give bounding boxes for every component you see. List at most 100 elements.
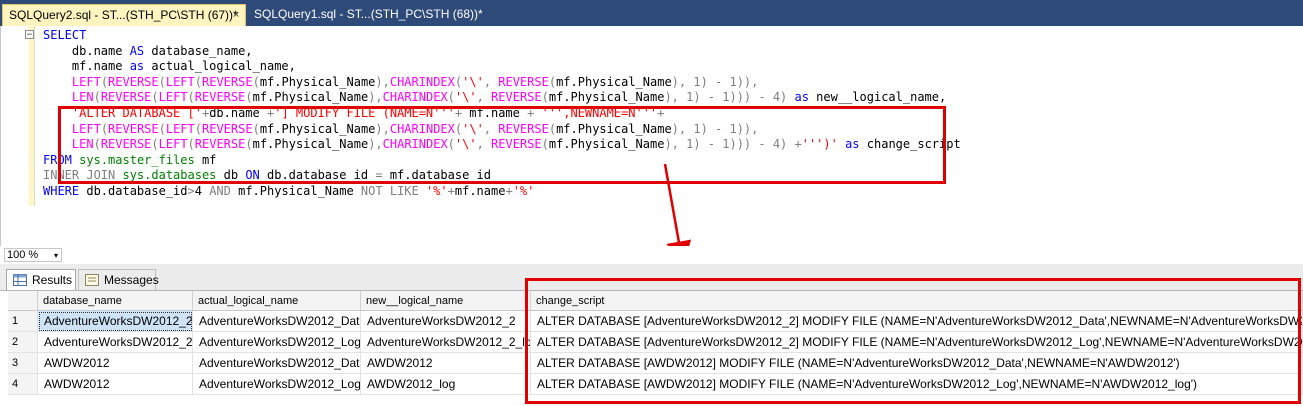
code-token: (	[194, 74, 202, 89]
code-token: SELECT	[43, 28, 87, 42]
table-cell[interactable]: AWDW2012	[38, 374, 193, 395]
zoom-bar: 100 % ▾	[0, 246, 1303, 264]
code-token: mf.Physical_Name	[259, 74, 376, 89]
rownum-column: 1 2 3 4	[8, 291, 38, 406]
code-token: LEFT	[158, 90, 188, 105]
code-token: ,	[476, 90, 492, 105]
code-token: (	[151, 90, 159, 105]
code-token: REVERSE	[108, 74, 159, 89]
tab-label: SQLQuery1.sql - ST...(STH_PC\STH (68))*	[254, 7, 483, 21]
table-cell[interactable]: AdventureWorksDW2012_2	[38, 332, 193, 353]
chevron-down-icon[interactable]: ▾	[54, 249, 58, 262]
code-token: '%'	[512, 183, 535, 198]
tab-messages[interactable]: Messages	[78, 269, 159, 290]
row-number[interactable]: 1	[8, 311, 38, 332]
code-token: 4	[194, 183, 210, 198]
code-line[interactable]: LEFT(REVERSE(LEFT(REVERSE(mf.Physical_Na…	[43, 75, 961, 91]
column-header[interactable]: database_name	[38, 291, 193, 311]
code-line[interactable]: WHERE db.database_id>4 AND mf.Physical_N…	[43, 184, 961, 200]
code-token: '\'	[462, 74, 484, 89]
code-token: AS	[129, 43, 145, 58]
highlight-box-results	[525, 278, 1301, 404]
tab-label: SQLQuery2.sql - ST...(STH_PC\STH (67))*	[9, 8, 238, 22]
code-token: db.name	[43, 43, 130, 58]
code-token: (	[245, 90, 253, 105]
table-cell[interactable]: AdventureWorksDW2012_Log	[193, 374, 361, 395]
tab-results[interactable]: Results	[6, 269, 76, 290]
outline-line	[34, 26, 35, 206]
code-token: (	[187, 90, 195, 105]
table-cell[interactable]: AdventureWorksDW2012_2	[38, 311, 193, 332]
row-number[interactable]: 3	[8, 353, 38, 374]
code-token: REVERSE	[202, 74, 253, 89]
code-token: ),	[368, 90, 383, 105]
code-token: actual_logical_name,	[144, 59, 296, 74]
code-token: '\'	[454, 90, 477, 105]
code-token: mf.Physical_Name	[230, 183, 361, 198]
code-token: mf.Physical_Name	[252, 90, 369, 105]
code-token: REVERSE	[498, 74, 549, 89]
table-cell[interactable]: AdventureWorksDW2012_2	[361, 311, 531, 332]
code-line[interactable]: db.name AS database_name,	[43, 44, 961, 60]
grid-corner	[8, 291, 38, 311]
code-line[interactable]: mf.name as actual_logical_name,	[43, 59, 961, 75]
code-token: ),	[375, 74, 390, 89]
code-token: database_name,	[144, 43, 253, 58]
code-token: WHERE	[43, 183, 80, 198]
column-header[interactable]: actual_logical_name	[193, 291, 361, 311]
code-token: LEN	[71, 90, 94, 105]
row-number[interactable]: 2	[8, 332, 38, 353]
highlight-box-query	[58, 106, 946, 184]
code-token: (	[158, 74, 166, 89]
query-editor[interactable]: − SELECT db.name AS database_name, mf.na…	[0, 26, 1303, 246]
table-cell[interactable]: AdventureWorksDW2012_Data	[193, 311, 361, 332]
tab-label: Results	[32, 273, 73, 287]
code-line[interactable]: SELECT	[43, 28, 961, 44]
collapse-icon[interactable]: −	[25, 30, 34, 40]
code-token: AND	[209, 183, 231, 198]
table-cell[interactable]: AdventureWorksDW2012_2_log	[361, 332, 531, 353]
code-token: as	[129, 59, 145, 74]
code-token: REVERSE	[100, 90, 152, 105]
code-token: (	[447, 90, 455, 105]
row-number[interactable]: 4	[8, 374, 38, 395]
document-tab-bar: SQLQuery2.sql - ST...(STH_PC\STH (67))* …	[0, 0, 1303, 26]
code-token: (	[548, 74, 557, 89]
tab-sqlquery2[interactable]: SQLQuery2.sql - ST...(STH_PC\STH (67))* …	[2, 4, 246, 26]
code-token: LEFT	[71, 74, 101, 89]
table-cell[interactable]: AdventureWorksDW2012_Data	[193, 353, 361, 374]
code-token: >	[187, 183, 195, 198]
code-token: REVERSE	[491, 90, 542, 105]
code-token: CHARINDEX	[389, 74, 455, 89]
tab-sqlquery1[interactable]: SQLQuery1.sql - ST...(STH_PC\STH (68))*	[248, 4, 483, 26]
code-token: NOT LIKE	[360, 183, 419, 198]
code-token: +	[447, 183, 455, 198]
close-icon[interactable]: ×	[233, 5, 239, 25]
code-token: (	[100, 74, 109, 89]
code-token: mf.name	[43, 59, 130, 74]
grid-icon	[13, 274, 27, 286]
code-token: ), 1) - 1)),	[671, 74, 759, 89]
zoom-value: 100 %	[7, 249, 39, 261]
column-actual-logical-name: actual_logical_name AdventureWorksDW2012…	[193, 291, 361, 406]
table-cell[interactable]: AWDW2012	[361, 353, 531, 374]
zoom-select[interactable]: 100 % ▾	[4, 248, 62, 262]
code-token: LEFT	[165, 74, 195, 89]
code-token: REVERSE	[194, 90, 246, 105]
code-token: +	[505, 183, 513, 198]
messages-icon	[85, 274, 99, 286]
code-token: mf.Physical_Name	[548, 90, 665, 105]
code-line[interactable]: LEN(REVERSE(LEFT(REVERSE(mf.Physical_Nam…	[43, 90, 961, 106]
code-token: mf.Physical_Name	[556, 74, 672, 89]
code-token: new__logical_name,	[808, 90, 947, 105]
table-cell[interactable]: AWDW2012	[38, 353, 193, 374]
code-token: mf.name	[454, 183, 506, 198]
column-new-logical-name: new__logical_name AdventureWorksDW2012_2…	[361, 291, 531, 406]
table-cell[interactable]: AdventureWorksDW2012_Log	[193, 332, 361, 353]
column-header[interactable]: new__logical_name	[361, 291, 531, 311]
column-database-name: database_name AdventureWorksDW2012_2 Adv…	[38, 291, 193, 406]
code-token: '%'	[425, 183, 448, 198]
code-token: (	[93, 90, 101, 105]
code-token: as	[794, 90, 809, 105]
table-cell[interactable]: AWDW2012_log	[361, 374, 531, 395]
